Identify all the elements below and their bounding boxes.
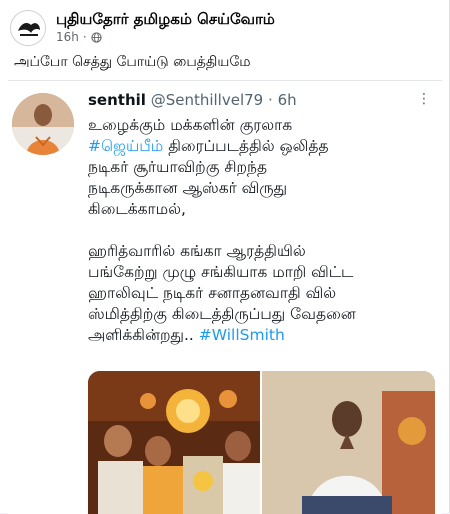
tweet-line: அளிக்கின்றது.. #WillSmith [88,325,433,346]
tweet-line: பங்கேற்று முழு சங்கியாக மாறி விட்ட [88,263,354,281]
tweet-line: நடிகருக்கான ஆஸ்கர் விருது [88,179,288,197]
page-logo-icon [12,12,45,45]
post-text: அப்போ செத்து போய்டு பைத்தியமே [14,54,251,70]
facebook-post-card: புதியதோர் தமிழகம் செய்வோம் 16h · அப்போ ச… [0,0,450,514]
more-options-icon[interactable]: ⋮ [417,91,432,107]
ganga-aarti-photo-icon [88,371,260,514]
tweet-screenshot[interactable]: senthil @Senthillvel79 · 6h ⋮ உழைக்கும் … [8,80,442,514]
post-header: புதியதோர் தமிழகம் செய்வோம் 16h · [10,8,440,48]
tweet-author-handle[interactable]: @Senthillvel79 [151,91,264,109]
tweet-media[interactable] [88,371,435,514]
meta-separator: · [82,30,87,44]
tweet-line: ஸ்மித்திற்கு கிடைத்திருப்பது வேதனை [88,305,356,323]
tweet-line: கிடைக்காமல், [88,200,186,218]
post-meta: 16h · [56,30,102,44]
author-photo-icon [12,93,74,155]
tweet-author-avatar [12,93,74,155]
tweet-line: உழைக்கும் மக்களின் குரலாக [88,116,293,134]
post-time[interactable]: 16h [56,30,79,44]
tweet-time[interactable]: 6h [278,91,297,109]
tweet-line: ஹாலிவுட் நடிகர் சனாதனவாதி வில் [88,284,337,302]
will-smith-praying-photo-icon [262,371,435,514]
tweet-author-name[interactable]: senthil [88,91,146,109]
page-name[interactable]: புதியதோர் தமிழகம் செய்வோம் [56,10,275,30]
tweet-separator: · [268,91,273,109]
page-avatar[interactable] [10,10,46,46]
tweet-line: #ஜெய்பீம் திரைப்படத்தில் ஒலித்த [88,136,433,157]
tweet-header: senthil @Senthillvel79 · 6h [88,91,297,109]
tweet-line-text: திரைப்படத்தில் ஒலித்த [163,137,329,155]
tweet-line: நடிகர் சூர்யாவிற்கு சிறந்த [88,158,268,176]
hashtag-jaibhim[interactable]: #ஜெய்பீம் [88,137,163,155]
tweet-text: உழைக்கும் மக்களின் குரலாக #ஜெய்பீம் திரை… [88,115,433,346]
tweet-line: ஹரித்வாரில் கங்கா ஆரத்தியில் [88,242,306,260]
globe-icon [91,31,102,43]
tweet-line-text: அளிக்கின்றது.. [88,326,199,344]
hashtag-willsmith[interactable]: #WillSmith [199,326,285,344]
